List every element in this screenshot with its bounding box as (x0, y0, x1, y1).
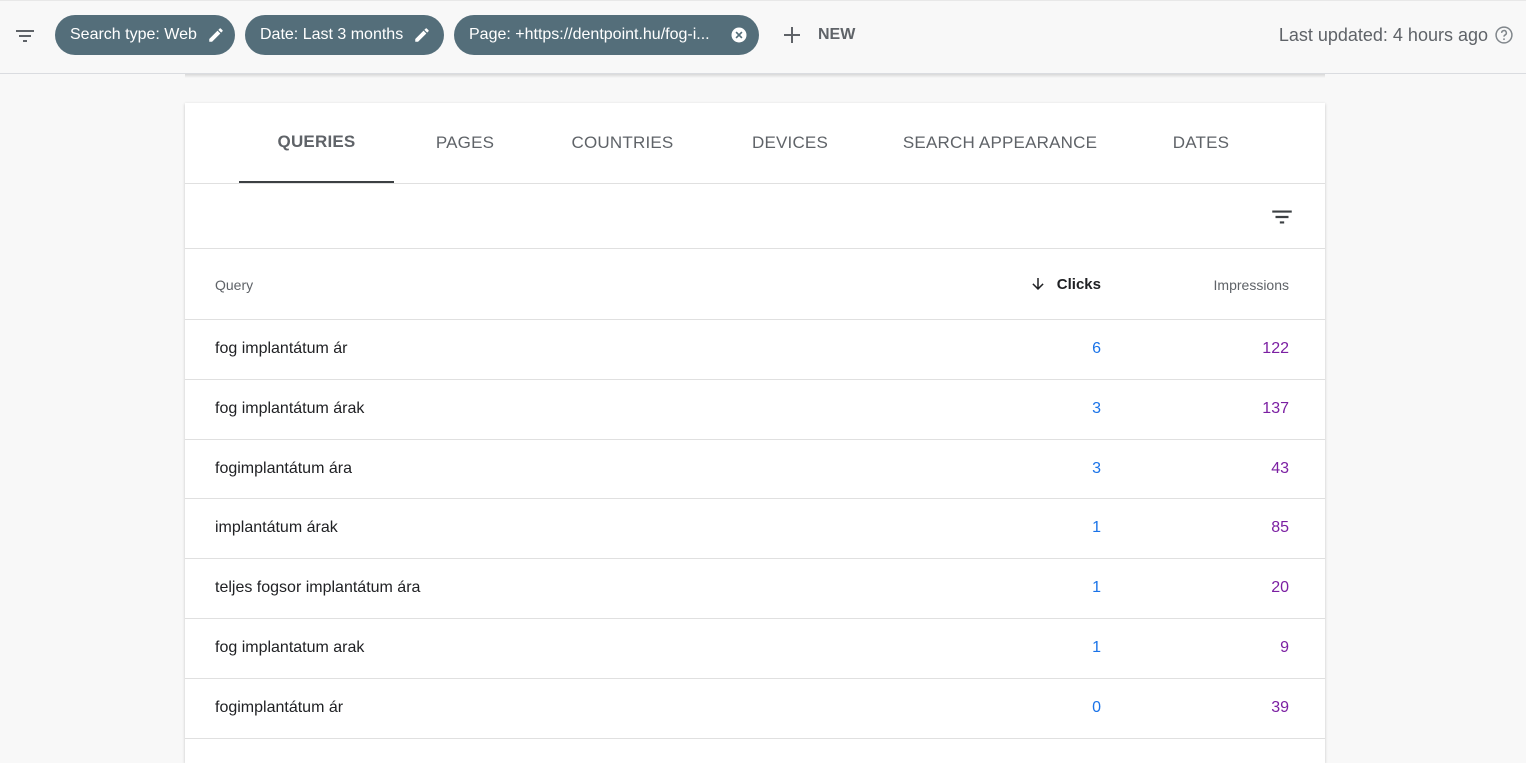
table-row[interactable]: implantátum árak 1 85 (185, 499, 1325, 560)
help-icon[interactable] (1494, 25, 1514, 45)
tab-search-appearance[interactable]: SEARCH APPEARANCE (895, 103, 1105, 183)
table-row[interactable]: fogimplantátum ára 3 43 (185, 440, 1325, 500)
clicks-cell: 1 (1092, 579, 1101, 597)
clicks-cell: 6 (1092, 340, 1101, 357)
filter-menu-icon[interactable] (10, 21, 40, 51)
query-cell: fog implantatum arak (215, 638, 365, 656)
new-filter-button[interactable]: NEW (780, 18, 855, 52)
query-cell: fog implantátum ár (215, 340, 348, 357)
section-divider (185, 74, 1325, 78)
query-cell: fog implantátum árak (215, 399, 365, 417)
filter-bar: Search type: Web Date: Last 3 months Pag… (0, 0, 1526, 74)
impressions-cell: 43 (1271, 459, 1289, 477)
table-toolbar (185, 184, 1325, 249)
chip-search-type[interactable]: Search type: Web (55, 15, 235, 55)
chip-label: Date: Last 3 months (260, 26, 404, 43)
chip-page[interactable]: Page: +https://dentpoint.hu/fog-i... (454, 15, 759, 55)
clicks-cell: 3 (1092, 459, 1101, 477)
impressions-cell: 20 (1271, 579, 1289, 597)
query-cell: implantátum árak (215, 519, 338, 537)
chip-date[interactable]: Date: Last 3 months (245, 15, 444, 55)
chip-label: Page: +https://dentpoint.hu/fog-i... (469, 26, 710, 43)
query-cell: teljes fogsor implantátum ára (215, 579, 421, 597)
dimension-tabs: QUERIES PAGES COUNTRIES DEVICES SEARCH A… (185, 103, 1325, 184)
table-row[interactable]: fogimplantátum ár 0 39 (185, 679, 1325, 739)
chip-label: Search type: Web (70, 26, 197, 43)
clicks-cell: 1 (1092, 519, 1101, 537)
pencil-icon[interactable] (207, 26, 225, 44)
tab-pages[interactable]: PAGES (415, 103, 515, 183)
table-row[interactable]: fog implantátum árak 3 137 (185, 380, 1325, 440)
table-row[interactable]: teljes fogsor implantátum ára 1 20 (185, 559, 1325, 619)
table-body: fog implantátum ár 6 122 fog implantátum… (185, 320, 1325, 739)
clicks-cell: 0 (1092, 698, 1101, 716)
new-filter-label: NEW (818, 26, 856, 43)
column-header-impressions[interactable]: Impressions (1214, 277, 1289, 293)
impressions-cell: 137 (1262, 399, 1289, 417)
impressions-cell: 9 (1280, 638, 1289, 656)
pencil-icon[interactable] (413, 26, 431, 44)
column-header-clicks-label: Clicks (1056, 275, 1101, 293)
close-circle-icon[interactable] (729, 25, 749, 45)
column-header-query[interactable]: Query (215, 277, 253, 293)
plus-icon (780, 23, 804, 47)
query-cell: fogimplantátum ára (215, 459, 352, 477)
clicks-cell: 3 (1092, 399, 1101, 417)
impressions-cell: 122 (1262, 340, 1289, 357)
table-header: Query Clicks Impressions (185, 249, 1325, 320)
tab-devices[interactable]: DEVICES (740, 103, 840, 183)
clicks-cell: 1 (1092, 638, 1101, 656)
tab-queries[interactable]: QUERIES (239, 103, 394, 183)
last-updated-text: Last updated: 4 hours ago (1278, 25, 1488, 45)
tab-dates[interactable]: DATES (1160, 103, 1242, 183)
tab-countries[interactable]: COUNTRIES (560, 103, 685, 183)
query-cell: fogimplantátum ár (215, 698, 344, 716)
table-row[interactable]: fog implantatum arak 1 9 (185, 619, 1325, 679)
arrow-down-icon (1029, 275, 1047, 293)
impressions-cell: 85 (1271, 519, 1289, 537)
impressions-cell: 39 (1271, 698, 1289, 716)
table-row[interactable]: fog implantátum ár 6 122 (185, 320, 1325, 380)
table-filter-icon[interactable] (1267, 202, 1297, 232)
report-table-card: QUERIES PAGES COUNTRIES DEVICES SEARCH A… (185, 103, 1325, 763)
column-header-clicks[interactable]: Clicks (1029, 275, 1101, 293)
